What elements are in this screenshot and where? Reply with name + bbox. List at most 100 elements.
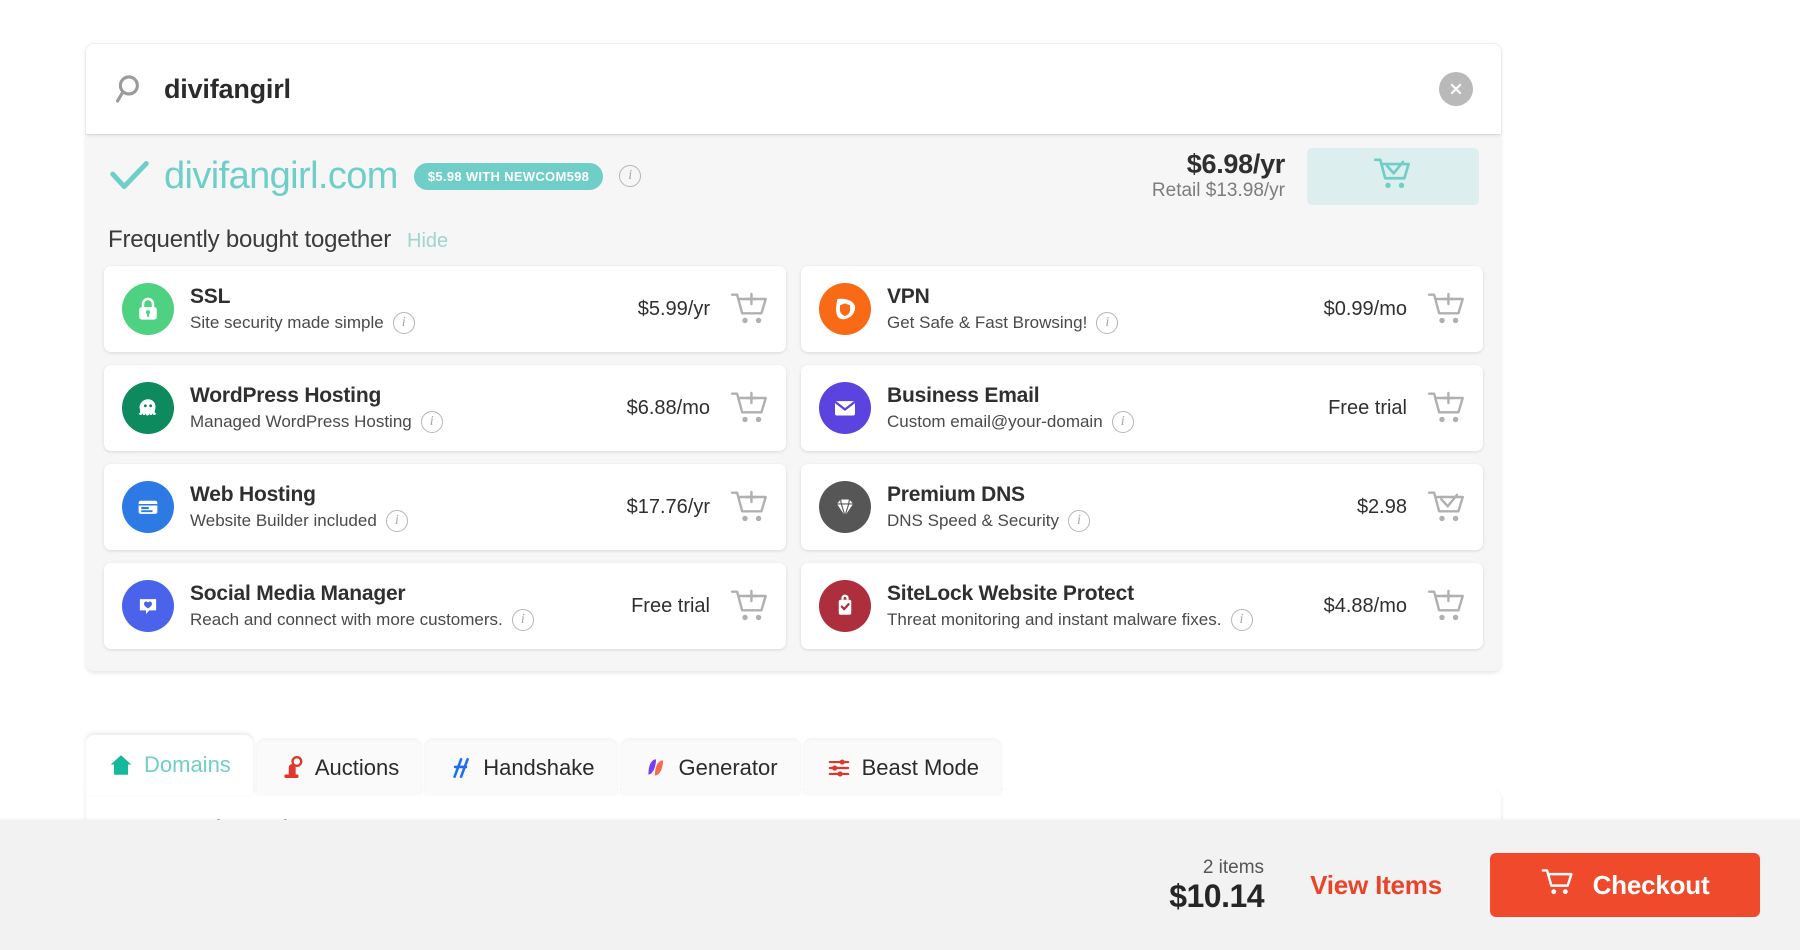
home-icon bbox=[108, 752, 134, 778]
addon-desc-line: Reach and connect with more customers. i bbox=[190, 609, 534, 631]
gavel-icon bbox=[279, 755, 305, 781]
domain-add-to-cart-button[interactable] bbox=[1307, 148, 1479, 205]
cart-plus-icon[interactable] bbox=[1427, 390, 1467, 426]
clipboard-shield-icon bbox=[819, 580, 871, 632]
addon-price: $5.99/yr bbox=[638, 298, 730, 321]
addon-name: WordPress Hosting bbox=[190, 383, 443, 409]
octopus-icon bbox=[122, 382, 174, 434]
search-input[interactable]: divifangirl bbox=[164, 74, 1439, 105]
addon-card-wordpress-hosting[interactable]: WordPress Hosting Managed WordPress Host… bbox=[104, 365, 786, 451]
addon-desc-line: Threat monitoring and instant malware fi… bbox=[887, 609, 1253, 631]
addon-desc: DNS Speed & Security bbox=[887, 511, 1059, 531]
addon-text: SiteLock Website Protect Threat monitori… bbox=[887, 581, 1253, 631]
addon-desc: Website Builder included bbox=[190, 511, 377, 531]
domain-price: $6.98/yr bbox=[1152, 149, 1285, 180]
addon-price: Free trial bbox=[631, 595, 730, 618]
info-icon[interactable]: i bbox=[1231, 609, 1253, 631]
info-icon[interactable]: i bbox=[1112, 411, 1134, 433]
addon-name: SiteLock Website Protect bbox=[887, 581, 1253, 607]
lock-icon bbox=[122, 283, 174, 335]
tab-beast-mode[interactable]: Beast Mode bbox=[804, 740, 1001, 795]
cart-plus-icon[interactable] bbox=[1427, 588, 1467, 624]
info-icon[interactable]: i bbox=[512, 609, 534, 631]
checkout-bar: 2 items $10.14 View Items Checkout bbox=[0, 820, 1800, 950]
view-items-link[interactable]: View Items bbox=[1310, 870, 1442, 901]
envelope-icon bbox=[819, 382, 871, 434]
checkout-button[interactable]: Checkout bbox=[1490, 853, 1760, 917]
addon-desc-line: Get Safe & Fast Browsing! i bbox=[887, 312, 1118, 334]
cart-plus-icon[interactable] bbox=[730, 489, 770, 525]
cart-plus-icon[interactable] bbox=[730, 588, 770, 624]
addon-name: Premium DNS bbox=[887, 482, 1090, 508]
domain-price-block: $6.98/yr Retail $13.98/yr bbox=[1152, 149, 1307, 203]
addon-desc-line: DNS Speed & Security i bbox=[887, 510, 1090, 532]
addon-desc: Managed WordPress Hosting bbox=[190, 412, 412, 432]
tab-domains[interactable]: Domains bbox=[86, 735, 253, 795]
addon-desc-line: Site security made simple i bbox=[190, 312, 415, 334]
frequently-bought-hide-link[interactable]: Hide bbox=[407, 230, 448, 253]
addon-card-sitelock-website-protect[interactable]: SiteLock Website Protect Threat monitori… bbox=[801, 563, 1483, 649]
addon-desc: Reach and connect with more customers. bbox=[190, 610, 503, 630]
handshake-icon bbox=[447, 755, 473, 781]
addon-desc: Custom email@your-domain bbox=[887, 412, 1103, 432]
addon-text: VPN Get Safe & Fast Browsing! i bbox=[887, 284, 1118, 334]
info-icon[interactable]: i bbox=[386, 510, 408, 532]
addon-text: Premium DNS DNS Speed & Security i bbox=[887, 482, 1090, 532]
tab-label: Generator bbox=[679, 755, 778, 781]
diamond-icon bbox=[819, 481, 871, 533]
tab-label: Domains bbox=[144, 752, 231, 778]
addon-price: $0.99/mo bbox=[1324, 298, 1427, 321]
cart-total-amount: $10.14 bbox=[1169, 879, 1264, 914]
addon-price: Free trial bbox=[1328, 397, 1427, 420]
domain-search-page: divifangirl divifangirl.com $5.98 WITH N… bbox=[0, 0, 1800, 950]
cart-plus-icon[interactable] bbox=[730, 390, 770, 426]
addon-card-web-hosting[interactable]: Web Hosting Website Builder included i $… bbox=[104, 464, 786, 550]
clear-search-button[interactable] bbox=[1439, 72, 1473, 106]
search-tabs: Domains Auctions Handshake bbox=[86, 735, 1001, 795]
tab-label: Handshake bbox=[483, 755, 594, 781]
cart-summary: 2 items $10.14 bbox=[1169, 856, 1264, 915]
cart-check-icon[interactable] bbox=[1427, 489, 1467, 525]
cart-item-count: 2 items bbox=[1169, 856, 1264, 880]
tab-label: Beast Mode bbox=[862, 755, 979, 781]
tab-auctions[interactable]: Auctions bbox=[257, 740, 421, 795]
domain-name[interactable]: divifangirl.com bbox=[164, 155, 398, 198]
addon-card-social-media-manager[interactable]: Social Media Manager Reach and connect w… bbox=[104, 563, 786, 649]
cart-check-icon bbox=[1373, 157, 1413, 196]
cart-plus-icon[interactable] bbox=[1427, 291, 1467, 327]
tab-label: Auctions bbox=[315, 755, 399, 781]
info-icon[interactable]: i bbox=[393, 312, 415, 334]
info-icon[interactable]: i bbox=[1068, 510, 1090, 532]
addon-text: WordPress Hosting Managed WordPress Host… bbox=[190, 383, 443, 433]
addon-card-premium-dns[interactable]: Premium DNS DNS Speed & Security i $2.98 bbox=[801, 464, 1483, 550]
addon-price: $17.76/yr bbox=[627, 496, 730, 519]
info-icon[interactable]: i bbox=[421, 411, 443, 433]
frequently-bought-title: Frequently bought together bbox=[108, 226, 391, 254]
addon-card-business-email[interactable]: Business Email Custom email@your-domain … bbox=[801, 365, 1483, 451]
addon-desc-line: Custom email@your-domain i bbox=[887, 411, 1134, 433]
addon-name: Social Media Manager bbox=[190, 581, 534, 607]
cart-icon bbox=[1541, 867, 1575, 904]
info-icon[interactable]: i bbox=[1096, 312, 1118, 334]
search-bar[interactable]: divifangirl bbox=[86, 44, 1501, 134]
heart-chat-icon bbox=[122, 580, 174, 632]
tab-handshake[interactable]: Handshake bbox=[425, 740, 616, 795]
addon-card-vpn[interactable]: VPN Get Safe & Fast Browsing! i $0.99/mo bbox=[801, 266, 1483, 352]
cart-plus-icon[interactable] bbox=[730, 291, 770, 327]
addon-card-ssl[interactable]: SSL Site security made simple i $5.99/yr bbox=[104, 266, 786, 352]
vpn-shield-icon bbox=[819, 283, 871, 335]
addon-grid: SSL Site security made simple i $5.99/yr bbox=[86, 266, 1501, 649]
addon-name: Business Email bbox=[887, 383, 1134, 409]
check-icon bbox=[106, 153, 152, 199]
addon-desc-line: Website Builder included i bbox=[190, 510, 408, 532]
browser-window-icon bbox=[122, 481, 174, 533]
domain-result-row[interactable]: divifangirl.com $5.98 WITH NEWCOM598 i $… bbox=[86, 134, 1501, 218]
info-icon[interactable]: i bbox=[619, 165, 641, 187]
domain-retail-price: Retail $13.98/yr bbox=[1152, 180, 1285, 203]
addon-desc: Get Safe & Fast Browsing! bbox=[887, 313, 1087, 333]
addon-name: Web Hosting bbox=[190, 482, 408, 508]
addon-price: $2.98 bbox=[1357, 496, 1427, 519]
tab-generator[interactable]: Generator bbox=[621, 740, 800, 795]
generator-icon bbox=[643, 755, 669, 781]
addon-text: Business Email Custom email@your-domain … bbox=[887, 383, 1134, 433]
